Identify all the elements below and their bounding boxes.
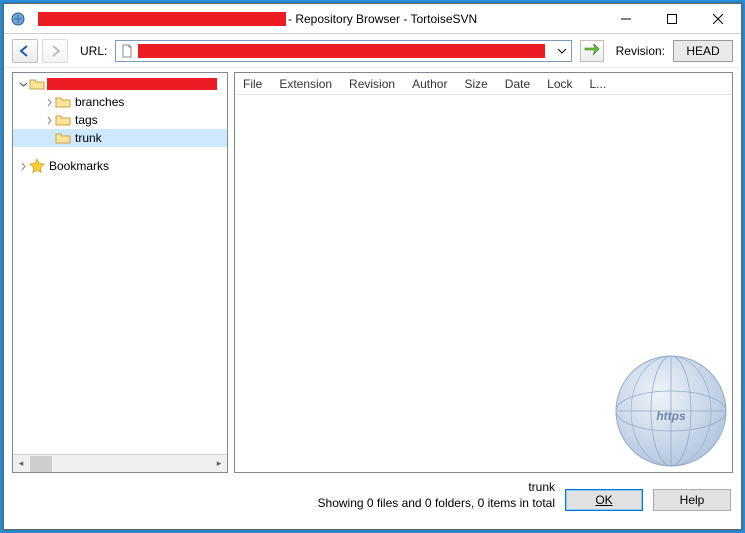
column-file[interactable]: File (235, 77, 271, 91)
column-revision[interactable]: Revision (341, 77, 404, 91)
folder-icon (55, 94, 71, 110)
redacted-root-label (47, 78, 217, 90)
revision-button[interactable]: HEAD (673, 40, 733, 62)
ok-button[interactable]: OK (565, 489, 643, 511)
content: branches tags trunk (4, 68, 741, 473)
revision-value: HEAD (686, 44, 719, 58)
tree-item-branches[interactable]: branches (13, 93, 227, 111)
collapse-icon[interactable] (17, 80, 29, 89)
maximize-button[interactable] (649, 4, 695, 34)
column-extension[interactable]: Extension (271, 77, 341, 91)
tree-bookmarks[interactable]: Bookmarks (13, 157, 227, 175)
status-text: trunk Showing 0 files and 0 folders, 0 i… (14, 479, 555, 511)
tree-label: tags (73, 113, 98, 127)
url-dropdown-icon[interactable] (557, 44, 567, 58)
list-pane: File Extension Revision Author Size Date… (234, 72, 733, 473)
column-lock[interactable]: Lock (539, 77, 581, 91)
window: - Repository Browser - TortoiseSVN URL: (3, 3, 742, 530)
window-title: - Repository Browser - TortoiseSVN (286, 12, 477, 26)
folder-open-icon (29, 76, 45, 92)
expand-icon[interactable] (43, 98, 55, 107)
svg-text:https: https (656, 409, 686, 423)
scroll-left-icon[interactable]: ◂ (13, 456, 29, 472)
minimize-button[interactable] (603, 4, 649, 34)
column-more[interactable]: L... (582, 77, 616, 91)
tree-body[interactable]: branches tags trunk (13, 73, 227, 454)
scroll-right-icon[interactable]: ▸ (211, 456, 227, 472)
folder-icon (55, 112, 71, 128)
go-button[interactable] (580, 40, 604, 62)
forward-button[interactable] (42, 39, 68, 63)
tree-horizontal-scrollbar[interactable]: ◂ ▸ (13, 454, 227, 472)
tree-item-trunk[interactable]: trunk (13, 129, 227, 147)
column-author[interactable]: Author (404, 77, 456, 91)
folder-icon (55, 130, 71, 146)
help-button[interactable]: Help (653, 489, 731, 511)
status-path: trunk (14, 479, 555, 495)
tree-label: branches (73, 95, 124, 109)
url-label: URL: (72, 44, 111, 58)
expand-icon[interactable] (43, 116, 55, 125)
help-label: Help (680, 493, 705, 507)
app-icon (10, 11, 26, 27)
list-header: File Extension Revision Author Size Date… (235, 73, 732, 95)
redacted-url (138, 44, 544, 58)
star-icon (29, 158, 45, 174)
status-summary: Showing 0 files and 0 folders, 0 items i… (14, 495, 555, 511)
column-size[interactable]: Size (456, 77, 496, 91)
url-input[interactable] (115, 40, 571, 62)
tree-label: Bookmarks (47, 159, 109, 173)
titlebar: - Repository Browser - TortoiseSVN (4, 4, 741, 34)
footer: trunk Showing 0 files and 0 folders, 0 i… (4, 473, 741, 519)
ok-label: OK (595, 493, 612, 507)
tree-root[interactable] (13, 75, 227, 93)
tree-pane: branches tags trunk (12, 72, 228, 473)
tree-item-tags[interactable]: tags (13, 111, 227, 129)
column-date[interactable]: Date (497, 77, 539, 91)
scroll-thumb[interactable] (30, 456, 52, 472)
https-watermark: https (606, 346, 733, 473)
toolbar: URL: Revision: HEAD (4, 34, 741, 68)
expand-icon[interactable] (17, 162, 29, 171)
redacted-title (38, 12, 286, 26)
file-icon (120, 44, 134, 58)
tree-label: trunk (73, 131, 102, 145)
back-button[interactable] (12, 39, 38, 63)
revision-label: Revision: (608, 44, 669, 58)
close-button[interactable] (695, 4, 741, 34)
